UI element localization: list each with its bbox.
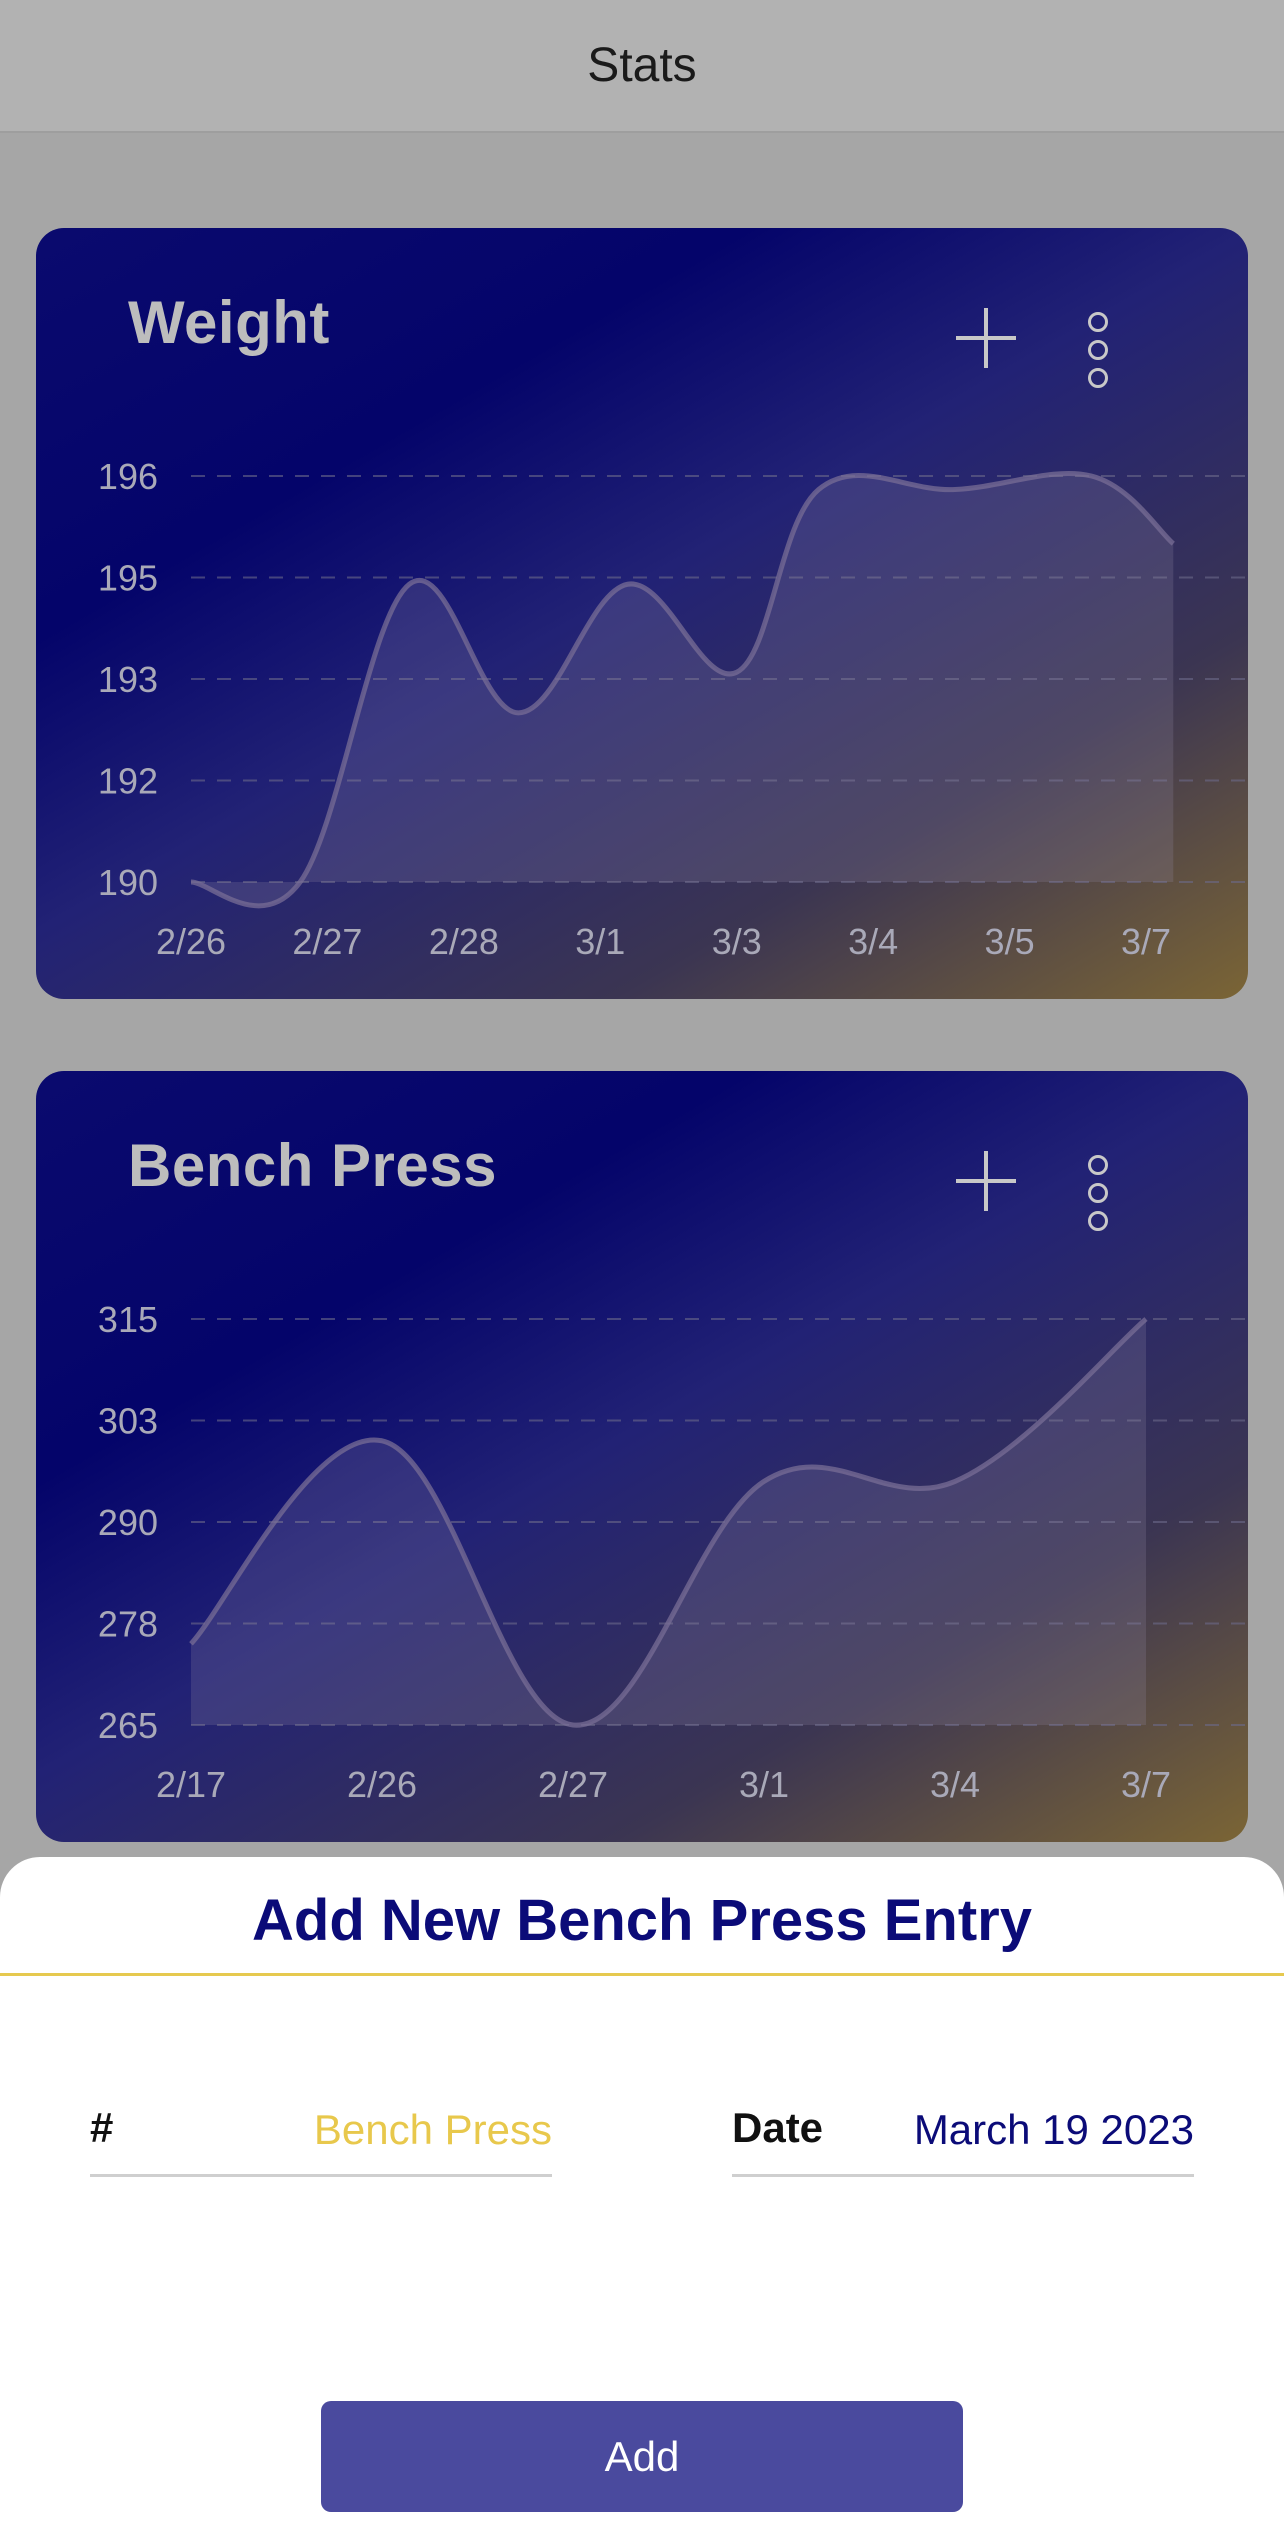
weight-card-title: Weight xyxy=(128,289,330,356)
y-tick-label: 290 xyxy=(98,1502,158,1543)
x-tick-label: 3/5 xyxy=(985,921,1035,962)
y-tick-label: 303 xyxy=(98,1401,158,1442)
amount-input[interactable]: Bench Press xyxy=(314,2106,552,2154)
series-area xyxy=(191,473,1174,906)
weight-card[interactable]: 196 195 193 192 190 2/26 2/27 2/28 3/1 3/3 3/4 3/5 3… xyxy=(36,228,1248,999)
y-tick-label: 193 xyxy=(98,659,158,700)
x-tick-label: 2/27 xyxy=(538,1764,608,1805)
y-tick-label: 315 xyxy=(98,1299,158,1340)
y-tick-label: 265 xyxy=(98,1705,158,1746)
y-tick-label: 195 xyxy=(98,558,158,599)
add-button[interactable]: Add xyxy=(321,2401,963,2512)
x-tick-label: 3/4 xyxy=(848,921,898,962)
more-vertical-icon[interactable] xyxy=(1086,1155,1110,1233)
x-tick-label: 2/26 xyxy=(156,921,226,962)
x-tick-label: 2/17 xyxy=(156,1764,226,1805)
amount-field[interactable]: # Bench Press xyxy=(90,2094,552,2177)
top-navigation-bar: Stats xyxy=(0,0,1284,133)
amount-label: # xyxy=(90,2104,114,2151)
y-tick-label: 196 xyxy=(98,456,158,497)
x-tick-label: 2/28 xyxy=(429,921,499,962)
x-tick-label: 3/7 xyxy=(1121,921,1171,962)
x-tick-label: 2/26 xyxy=(347,1764,417,1805)
x-tick-label: 3/3 xyxy=(712,921,762,962)
x-tick-label: 2/27 xyxy=(292,921,362,962)
more-vertical-icon[interactable] xyxy=(1086,312,1110,390)
y-tick-label: 278 xyxy=(98,1604,158,1645)
sheet-title: Add New Bench Press Entry xyxy=(252,1888,1032,1953)
page-title: Stats xyxy=(587,39,697,92)
plus-icon[interactable] xyxy=(956,308,1016,368)
y-tick-label: 190 xyxy=(98,862,158,903)
y-tick-label: 192 xyxy=(98,761,158,802)
x-tick-label: 3/4 xyxy=(930,1764,980,1805)
date-field[interactable]: Date March 19 2023 xyxy=(732,2094,1194,2177)
x-tick-label: 3/7 xyxy=(1121,1764,1171,1805)
bench-press-card[interactable]: 315 303 290 278 265 2/17 2/26 2/27 3/1 3/4 3/7 Ben… xyxy=(36,1071,1248,1842)
plus-icon[interactable] xyxy=(956,1151,1016,1211)
x-tick-label: 3/1 xyxy=(739,1764,789,1805)
date-input[interactable]: March 19 2023 xyxy=(914,2106,1194,2154)
date-label: Date xyxy=(732,2104,824,2151)
x-tick-label: 3/1 xyxy=(575,921,625,962)
bench-press-card-title: Bench Press xyxy=(128,1132,498,1199)
sheet-divider xyxy=(0,1973,1284,1976)
